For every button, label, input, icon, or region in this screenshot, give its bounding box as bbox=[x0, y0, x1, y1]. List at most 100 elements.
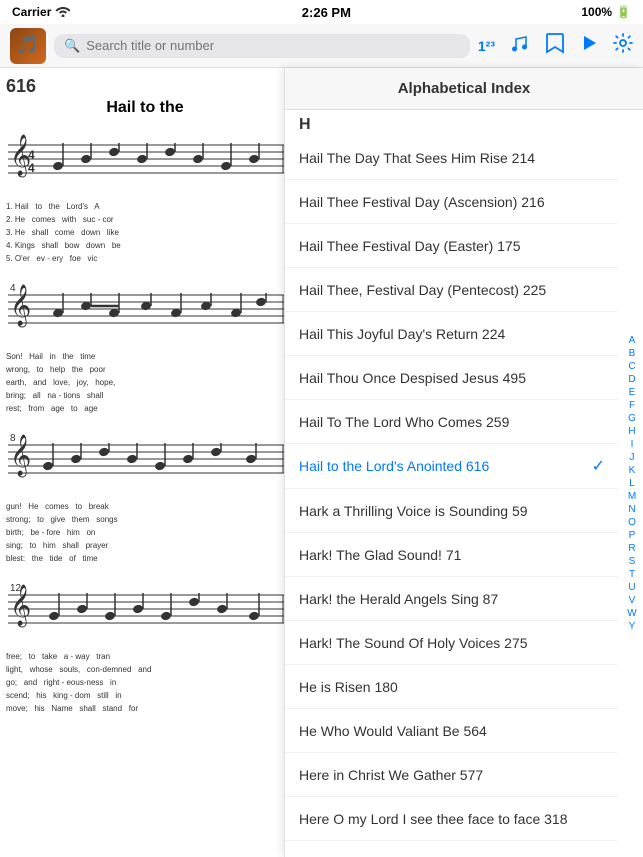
hymn-number: 616 bbox=[6, 76, 284, 97]
list-item[interactable]: Hail Thou Once Despised Jesus 495 bbox=[285, 356, 619, 400]
app-icon: 🎵 bbox=[10, 28, 46, 64]
time-label: 2:26 PM bbox=[302, 5, 351, 20]
alpha-letter-t[interactable]: T bbox=[623, 569, 641, 581]
alpha-letter-a[interactable]: A bbox=[623, 335, 641, 347]
alpha-letter-s[interactable]: S bbox=[623, 556, 641, 568]
alpha-letter-i[interactable]: I bbox=[623, 439, 641, 451]
list-item[interactable]: Hail to the Lord's Anointed 616✓ bbox=[285, 444, 619, 489]
list-item-text: He Who Would Valiant Be 564 bbox=[299, 723, 605, 739]
list-item[interactable]: Hail The Day That Sees Him Rise 214 bbox=[285, 136, 619, 180]
alpha-letter-v[interactable]: V bbox=[623, 595, 641, 607]
list-item[interactable]: Hail Thee Festival Day (Easter) 175 bbox=[285, 224, 619, 268]
alpha-letter-j[interactable]: J bbox=[623, 452, 641, 464]
search-input[interactable] bbox=[86, 38, 460, 53]
list-item[interactable]: Hark a Thrilling Voice is Sounding 59 bbox=[285, 489, 619, 533]
lyric-b4-4: scend; his king - dom still in bbox=[6, 690, 284, 702]
list-item-text: Hail To The Lord Who Comes 259 bbox=[299, 414, 605, 430]
alpha-letter-e[interactable]: E bbox=[623, 387, 641, 399]
sheet-music-pane: 616 Hail to the 𝄞 4 4 bbox=[0, 68, 290, 857]
list-item[interactable]: Here O my Lord I see thee face to face 3… bbox=[285, 797, 619, 841]
list-item-text: Hail This Joyful Day's Return 224 bbox=[299, 326, 605, 342]
list-item[interactable]: He Who Would Valiant Be 564 bbox=[285, 709, 619, 753]
alpha-letter-b[interactable]: B bbox=[623, 348, 641, 360]
lyric-b3-3: birth; be - fore him on bbox=[6, 527, 284, 539]
lyric-b4-2: light, whose souls, con-demned and bbox=[6, 664, 284, 676]
svg-text:4: 4 bbox=[10, 283, 16, 294]
list-item[interactable]: Here in Christ We Gather 577 bbox=[285, 753, 619, 797]
lyric-line-2: 2. He comes with suc - cor bbox=[6, 214, 284, 226]
list-item[interactable]: Hail Thee, Festival Day (Pentecost) 225 bbox=[285, 268, 619, 312]
lyric-b2-3: earth, and love, joy, hope, bbox=[6, 377, 284, 389]
alpha-letter-w[interactable]: W bbox=[623, 608, 641, 620]
lyric-b2-1: Son! Hail in the time bbox=[6, 351, 284, 363]
list-item-text: Hail Thee Festival Day (Easter) 175 bbox=[299, 238, 605, 254]
staff-svg-4: 𝄞 12 bbox=[6, 575, 286, 645]
lyric-b2-4: bring; all na - tions shall bbox=[6, 390, 284, 402]
lyric-b3-1: gun! He comes to break bbox=[6, 501, 284, 513]
alpha-letter-u[interactable]: U bbox=[623, 582, 641, 594]
lyric-b2-5: rest; from age to age bbox=[6, 403, 284, 415]
list-item-text: Hail Thee, Festival Day (Pentecost) 225 bbox=[299, 282, 605, 298]
list-item-text: He is Risen 180 bbox=[299, 679, 605, 695]
alpha-letter-k[interactable]: K bbox=[623, 465, 641, 477]
svg-text:4: 4 bbox=[28, 161, 35, 175]
list-item[interactable]: Holy God, We Praise Your Name 366 bbox=[285, 841, 619, 857]
list-item[interactable]: Hark! The Sound Of Holy Voices 275 bbox=[285, 621, 619, 665]
play-icon[interactable] bbox=[579, 33, 599, 58]
lyrics-block-1: 1. Hail to the Lord's A 2. He comes with… bbox=[6, 201, 284, 265]
carrier-label: Carrier bbox=[12, 5, 51, 19]
list-item[interactable]: Hark! The Glad Sound! 71 bbox=[285, 533, 619, 577]
search-box[interactable]: 🔍 bbox=[54, 34, 470, 58]
list-item-text: Hark! The Sound Of Holy Voices 275 bbox=[299, 635, 605, 651]
numbered-icon[interactable]: 1²³ bbox=[478, 38, 495, 54]
bookmark-icon[interactable] bbox=[545, 32, 565, 59]
wifi-icon bbox=[55, 5, 71, 20]
list-item-text: Hark! the Herald Angels Sing 87 bbox=[299, 591, 605, 607]
status-right: 100% 🔋 bbox=[581, 5, 631, 19]
alpha-letter-n[interactable]: N bbox=[623, 504, 641, 516]
alpha-letter-c[interactable]: C bbox=[623, 361, 641, 373]
lyrics-block-3: gun! He comes to break strong; to give t… bbox=[6, 501, 284, 565]
alpha-letter-d[interactable]: D bbox=[623, 374, 641, 386]
lyrics-block-4: free; to take a - way tran light, whose … bbox=[6, 651, 284, 715]
list-item[interactable]: Hail This Joyful Day's Return 224 bbox=[285, 312, 619, 356]
alpha-letter-p[interactable]: P bbox=[623, 530, 641, 542]
list-item-text: Hail Thee Festival Day (Ascension) 216 bbox=[299, 194, 605, 210]
checkmark-icon: ✓ bbox=[592, 456, 605, 476]
lyric-b4-3: go; and right - eous-ness in bbox=[6, 677, 284, 689]
alpha-letter-r[interactable]: R bbox=[623, 543, 641, 555]
alphabet-sidebar[interactable]: ABCDEFGHIJKLMNOPRSTUVWY bbox=[621, 110, 643, 857]
lyric-b4-5: move; his Name shall stand for bbox=[6, 703, 284, 715]
alpha-letter-m[interactable]: M bbox=[623, 491, 641, 503]
alpha-letter-o[interactable]: O bbox=[623, 517, 641, 529]
svg-text:8: 8 bbox=[10, 433, 16, 444]
lyric-line-4: 4. Kings shall bow down be bbox=[6, 240, 284, 252]
alpha-letter-g[interactable]: G bbox=[623, 413, 641, 425]
list-item[interactable]: Hail Thee Festival Day (Ascension) 216 bbox=[285, 180, 619, 224]
main-content: 616 Hail to the 𝄞 4 4 bbox=[0, 68, 643, 857]
lyric-b4-1: free; to take a - way tran bbox=[6, 651, 284, 663]
toolbar-icons: 1²³ bbox=[478, 32, 633, 59]
lyric-b3-4: sing; to him shall prayer bbox=[6, 540, 284, 552]
list-item[interactable]: Hail To The Lord Who Comes 259 bbox=[285, 400, 619, 444]
list-item-text: Hark a Thrilling Voice is Sounding 59 bbox=[299, 503, 605, 519]
list-item-text: Hail The Day That Sees Him Rise 214 bbox=[299, 150, 605, 166]
lyric-line-3: 3. He shall come down like bbox=[6, 227, 284, 239]
gear-icon[interactable] bbox=[613, 33, 633, 58]
index-list[interactable]: H Hail The Day That Sees Him Rise 214 Hai… bbox=[285, 110, 643, 857]
alpha-letter-f[interactable]: F bbox=[623, 400, 641, 412]
staff-section-4: 𝄞 12 bbox=[6, 575, 284, 715]
index-list-inner: H Hail The Day That Sees Him Rise 214 Hai… bbox=[285, 110, 643, 857]
status-left: Carrier bbox=[12, 5, 71, 20]
alpha-letter-h[interactable]: H bbox=[623, 426, 641, 438]
lyric-line-5: 5. O'er ev - ery foe vic bbox=[6, 253, 284, 265]
list-item[interactable]: Hark! the Herald Angels Sing 87 bbox=[285, 577, 619, 621]
alpha-letter-y[interactable]: Y bbox=[623, 621, 641, 633]
list-item[interactable]: He is Risen 180 bbox=[285, 665, 619, 709]
list-item-text: Here O my Lord I see thee face to face 3… bbox=[299, 811, 605, 827]
alpha-letter-l[interactable]: L bbox=[623, 478, 641, 490]
lyric-b3-2: strong; to give them songs bbox=[6, 514, 284, 526]
staff-svg-3: 𝄞 8 bbox=[6, 425, 286, 495]
music-font-icon[interactable] bbox=[509, 32, 531, 59]
list-item-text: Hark! The Glad Sound! 71 bbox=[299, 547, 605, 563]
